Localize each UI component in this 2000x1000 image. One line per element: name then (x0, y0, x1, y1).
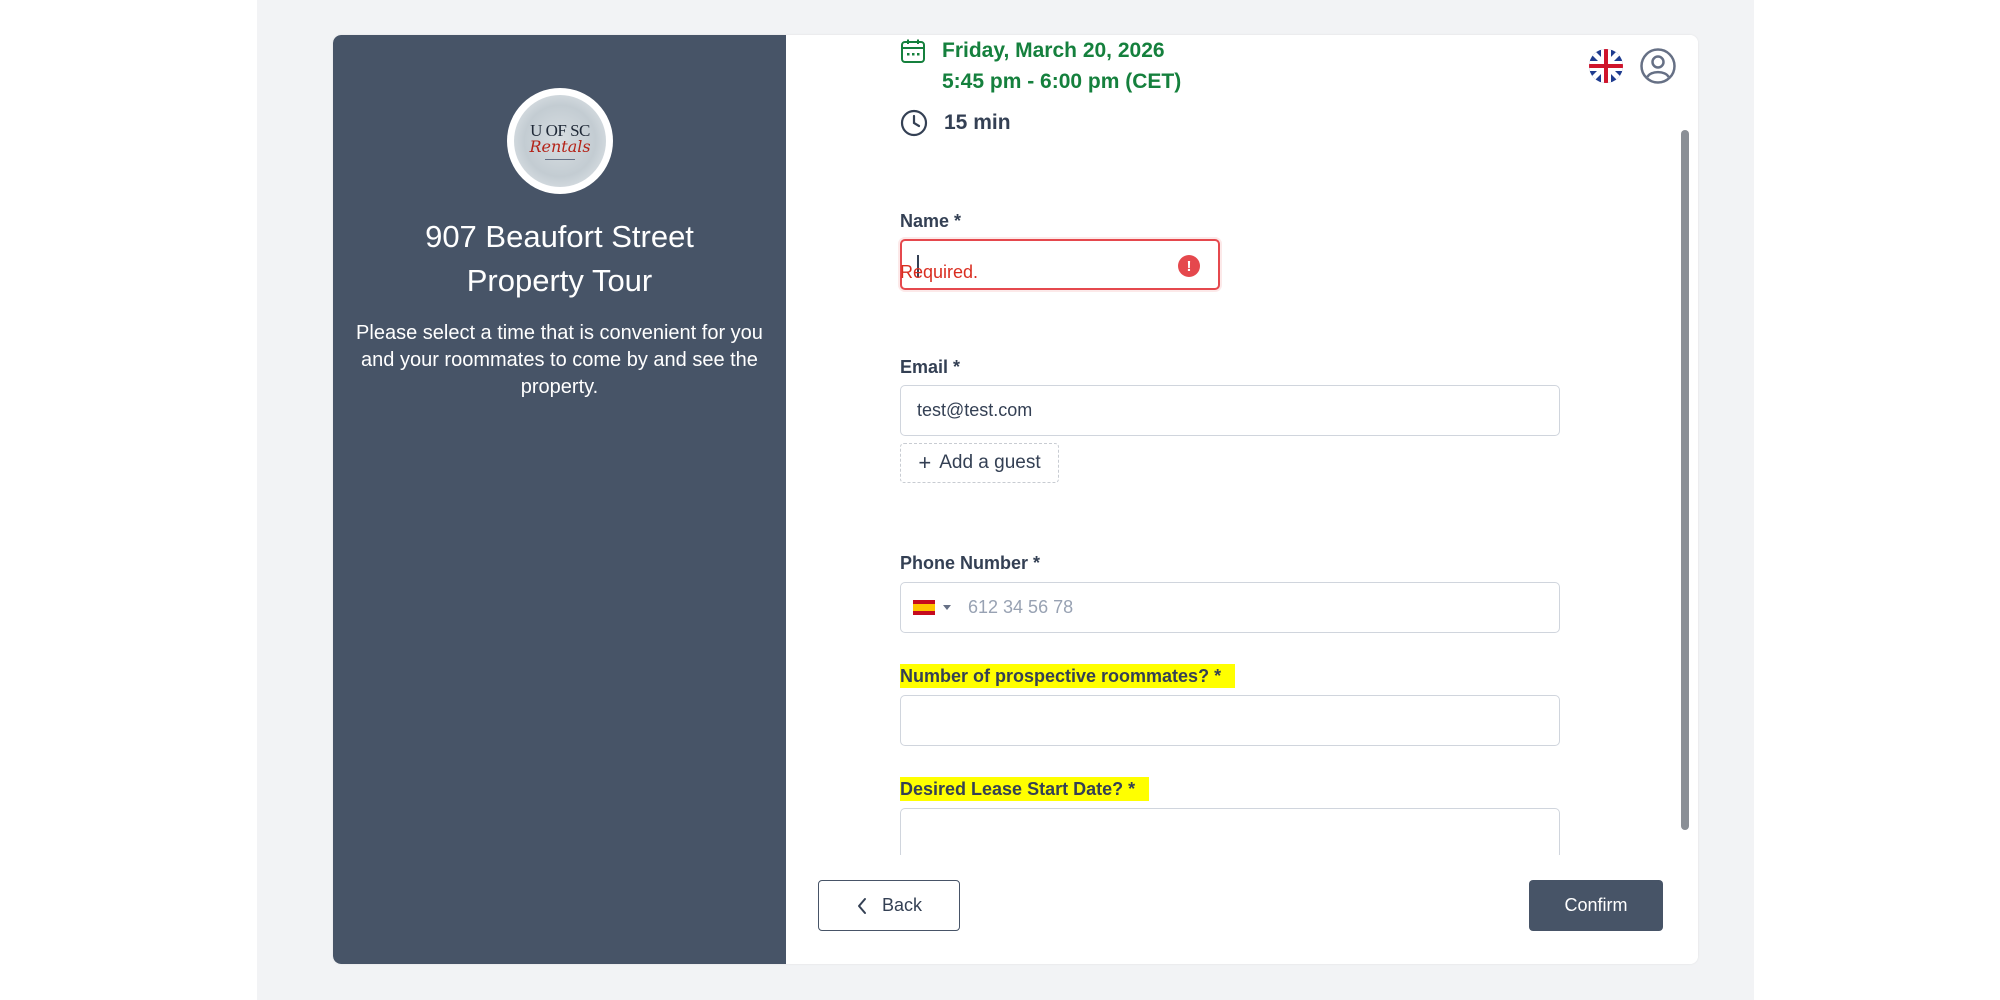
company-logo: U OF SC Rentals (507, 88, 613, 194)
name-error-message: Required. (900, 262, 979, 282)
event-info-panel: U OF SC Rentals 907 Beaufort Street Prop… (333, 35, 786, 964)
event-title: 907 Beaufort Street Property Tour (353, 215, 766, 303)
booking-card: U OF SC Rentals 907 Beaufort Street Prop… (333, 35, 1698, 964)
add-guest-button[interactable]: + Add a guest (900, 443, 1059, 483)
slot-date: Friday, March 20, 2026 (942, 39, 1165, 62)
calendar-icon (901, 39, 925, 63)
form-scrollbar[interactable] (1681, 130, 1689, 830)
confirm-button[interactable]: Confirm (1529, 880, 1663, 931)
roommates-label: Number of prospective roommates? * (900, 664, 1236, 688)
logo-divider (545, 158, 575, 160)
spain-flag-icon[interactable] (913, 600, 935, 615)
logo-text-script: Rentals (529, 136, 591, 156)
roommates-input[interactable] (900, 695, 1560, 746)
email-input[interactable]: test@test.com (900, 385, 1560, 436)
name-label: Name * (900, 211, 962, 231)
lease-start-input[interactable] (900, 808, 1560, 855)
lease-start-label-text: Desired Lease Start Date? * (900, 777, 1150, 801)
booking-form-panel: Friday, March 20, 2026 5:45 pm - 6:00 pm… (786, 35, 1698, 964)
selected-slot: Friday, March 20, 2026 5:45 pm - 6:00 pm… (900, 35, 1181, 97)
lease-start-label: Desired Lease Start Date? * (900, 777, 1150, 801)
slot-time: 5:45 pm - 6:00 pm (CET) (942, 70, 1182, 93)
add-guest-label: Add a guest (939, 452, 1041, 473)
slot-text: Friday, March 20, 2026 5:45 pm - 6:00 pm… (942, 35, 1181, 97)
plus-icon: + (918, 450, 932, 475)
chevron-left-icon (857, 897, 866, 914)
back-label: Back (881, 895, 923, 915)
duration-text: 15 min (944, 111, 1011, 134)
logo-badge: U OF SC Rentals (514, 95, 606, 187)
email-label: Email * (900, 357, 961, 377)
clock-icon (900, 109, 928, 137)
back-button[interactable]: Back (818, 880, 960, 931)
event-title-line-2: Property Tour (466, 263, 653, 298)
phone-placeholder: 612 34 56 78 (968, 597, 1074, 617)
event-title-line-1: 907 Beaufort Street (425, 219, 694, 254)
event-description: Please select a time that is convenient … (356, 322, 763, 398)
phone-label: Phone Number * (900, 553, 1041, 573)
duration-row: 15 min (900, 109, 1011, 137)
phone-input[interactable]: 612 34 56 78 (900, 582, 1560, 633)
form-scroll-area[interactable]: Friday, March 20, 2026 5:45 pm - 6:00 pm… (786, 35, 1666, 855)
country-dropdown-icon[interactable] (943, 605, 951, 610)
error-icon: ! (1178, 255, 1200, 277)
roommates-label-text: Number of prospective roommates? * (900, 664, 1236, 688)
